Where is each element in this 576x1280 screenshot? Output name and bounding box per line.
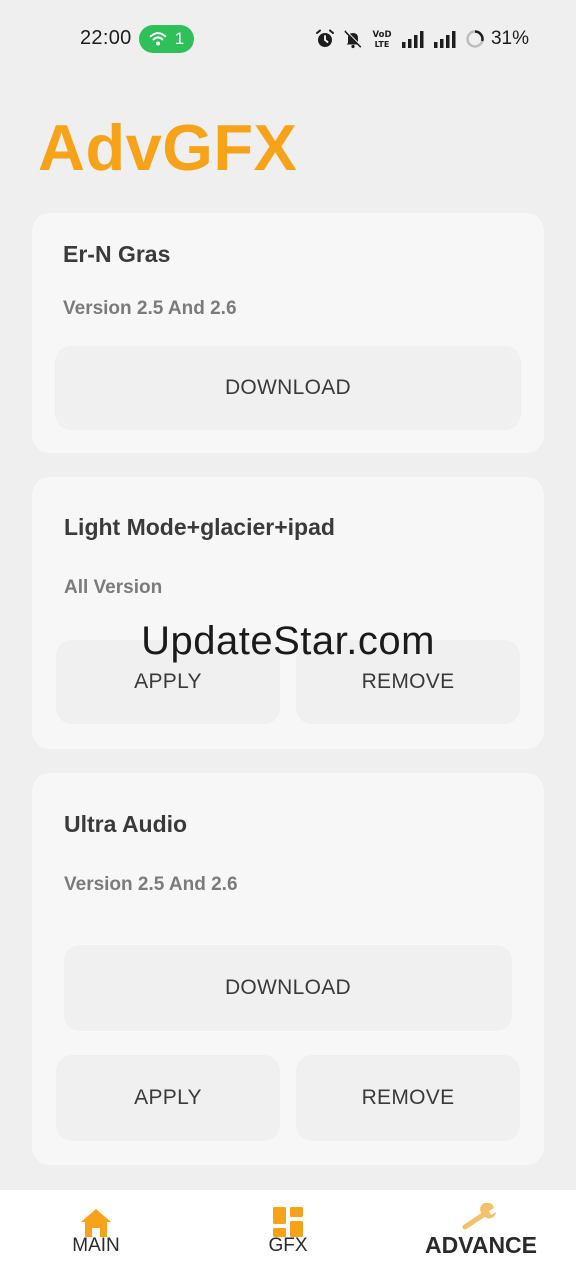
card-subtitle: All Version xyxy=(64,577,163,598)
card-title: Light Mode+glacier+ipad xyxy=(64,514,335,540)
remove-button[interactable]: REMOVE xyxy=(296,1055,520,1141)
mute-icon xyxy=(344,30,363,49)
hotspot-indicator: 1 xyxy=(139,25,194,53)
status-time: 22:00 xyxy=(80,27,132,49)
grid-icon xyxy=(273,1207,303,1237)
signal-icon xyxy=(433,31,456,48)
card-er-n-gras: Er-N Gras Version 2.5 And 2.6 DOWNLOAD xyxy=(32,213,544,453)
status-icons: VoD LTE 31% xyxy=(315,26,529,52)
nav-label: ADVANCE xyxy=(424,1232,538,1258)
card-ultra-audio: Ultra Audio Version 2.5 And 2.6 DOWNLOAD… xyxy=(32,773,544,1165)
hotspot-icon xyxy=(149,32,166,46)
volte-icon: VoD LTE xyxy=(372,30,391,49)
download-button[interactable]: DOWNLOAD xyxy=(55,346,521,430)
nav-item-main[interactable]: MAIN xyxy=(25,1190,167,1280)
nav-item-gfx[interactable]: GFX xyxy=(217,1190,359,1280)
watermark: UpdateStar.com xyxy=(141,619,435,663)
alarm-icon xyxy=(315,29,334,47)
nav-label: MAIN xyxy=(72,1235,120,1256)
card-subtitle: Version 2.5 And 2.6 xyxy=(64,874,238,895)
bottom-nav: MAIN GFX ADVANCE xyxy=(0,1190,576,1280)
hotspot-count: 1 xyxy=(174,29,185,48)
nav-label: GFX xyxy=(268,1235,308,1256)
nav-item-advance[interactable]: ADVANCE xyxy=(410,1190,552,1280)
battery-percent: 31% xyxy=(490,28,529,49)
apply-button[interactable]: APPLY xyxy=(56,1055,280,1141)
card-light-mode: Light Mode+glacier+ipad All Version APPL… xyxy=(32,477,544,749)
signal-icon xyxy=(401,31,424,48)
svg-text:LTE: LTE xyxy=(375,40,390,49)
card-subtitle: Version 2.5 And 2.6 xyxy=(63,298,237,319)
download-button[interactable]: DOWNLOAD xyxy=(64,945,512,1031)
battery-ring-icon xyxy=(466,30,484,48)
app-title: AdvGFX xyxy=(38,111,298,184)
status-bar: 22:00 1 VoD LTE 31% xyxy=(0,0,576,78)
card-title: Er-N Gras xyxy=(63,241,171,267)
svg-text:VoD: VoD xyxy=(372,30,391,40)
card-title: Ultra Audio xyxy=(64,811,188,837)
wrench-icon xyxy=(462,1203,496,1230)
